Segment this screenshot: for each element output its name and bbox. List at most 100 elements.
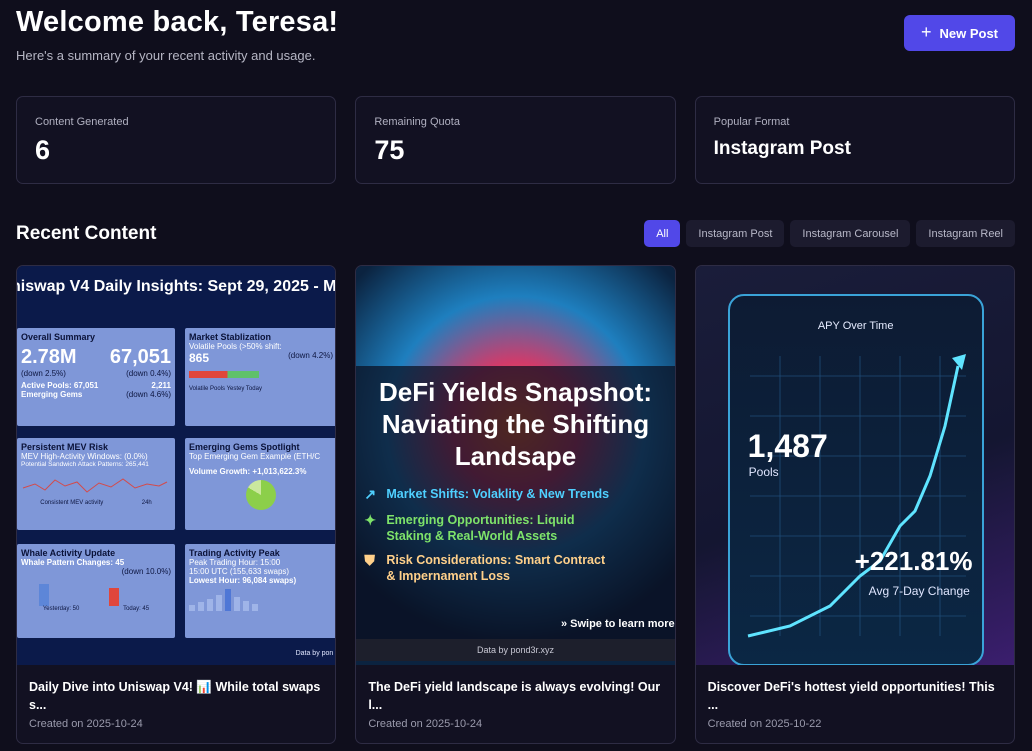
pie-chart-icon (246, 480, 276, 510)
filter-tabs: All Instagram Post Instagram Carousel In… (644, 220, 1015, 247)
bar (109, 588, 119, 606)
content-thumbnail: DeFi Yields Snapshot: Naviating the Shif… (356, 266, 675, 665)
thumb-item: ✦ Emerging Opportunities: Liquid Staking… (364, 512, 616, 544)
panel-value: 2,211 (151, 381, 171, 390)
panel-value: 865 (189, 351, 210, 365)
panel-line: Peak Trading Hour: 15:00 (189, 558, 281, 567)
panel-line: Whale Pattern Changes: 45 (21, 558, 125, 567)
panel-foot: 24h (141, 500, 152, 506)
thumb-percent-label: Avg 7-Day Change (868, 584, 970, 598)
panel-line: Volatile Pools (>50% shift: (189, 342, 282, 351)
content-thumbnail: niswap V4 Daily Insights: Sept 29, 2025 … (17, 266, 336, 665)
thumb-swipe-text: Swipe to learn more (570, 618, 675, 630)
thumb-footer: Data by pon (295, 650, 334, 657)
card-caption: Discover DeFi's hottest yield opportunit… (707, 680, 995, 712)
filter-instagram-post[interactable]: Instagram Post (686, 220, 785, 247)
panel-title: Market Stablization (189, 332, 272, 342)
stat-value: 75 (374, 135, 405, 165)
content-card[interactable]: APY Over Time 1,487 Pools +221.81% Avg 7… (694, 265, 1015, 744)
card-date: Created on 2025-10-22 (707, 718, 822, 730)
panel-foot: Today: 45 (123, 606, 150, 612)
stat-card-popular-format: Popular Format Instagram Post (694, 96, 1015, 184)
panel-title: Overall Summary (21, 332, 96, 342)
page-title: Welcome back, Teresa! (16, 6, 339, 38)
stat-label: Content Generated (35, 116, 129, 128)
stat-value: 6 (35, 135, 51, 165)
panel-line: Top Emerging Gem Example (ETH/C (189, 452, 321, 461)
bar (225, 589, 231, 611)
trading-activity-panel: Trading Activity Peak Peak Trading Hour:… (185, 544, 336, 638)
page-subtitle: Here's a summary of your recent activity… (16, 48, 316, 63)
card-caption: The DeFi yield landscape is always evolv… (368, 680, 661, 712)
panel-foot: Consistent MEV activity (40, 500, 104, 506)
bar (39, 584, 49, 606)
emerging-gems-panel: Emerging Gems Spotlight Top Emerging Gem… (185, 438, 336, 530)
panel-line: Potential Sandwich Attack Patterns: 265,… (21, 461, 149, 468)
bar (207, 599, 213, 611)
growth-chart (747, 354, 966, 638)
thumb-title: DeFi Yields Snapshot: Naviating the Shif… (378, 377, 653, 471)
bar (198, 602, 204, 611)
panel-note: (down 4.6%) (126, 390, 171, 399)
trend-icon: ↗ (364, 486, 377, 502)
shield-icon: ⛊ (364, 552, 375, 568)
content-card[interactable]: DeFi Yields Snapshot: Naviating the Shif… (355, 265, 676, 744)
panel-value: 67,051 (109, 346, 171, 368)
card-date: Created on 2025-10-24 (29, 718, 143, 730)
thumb-big-label: Pools (748, 465, 779, 479)
panel-line: Lowest Hour: 96,084 swaps) (189, 576, 297, 585)
stat-label: Popular Format (713, 116, 790, 128)
content-card[interactable]: niswap V4 Daily Insights: Sept 29, 2025 … (16, 265, 337, 744)
market-stabilization-panel: Market Stablization Volatile Pools (>50%… (185, 328, 336, 426)
panel-note: (down 0.4%) (126, 369, 171, 378)
panel-line: MEV High-Activity Windows: (0.0%) (21, 452, 148, 461)
content-thumbnail: APY Over Time 1,487 Pools +221.81% Avg 7… (695, 266, 1014, 665)
bar (243, 601, 249, 611)
bar-indicator (189, 371, 259, 378)
panel-line: Volume Growth: +1,013,622.3% (189, 467, 307, 476)
thumb-item: ⛊ Risk Considerations: Smart Contract & … (364, 552, 606, 584)
mev-line-chart (22, 478, 168, 493)
panel-title: Emerging Gems Spotlight (189, 442, 300, 452)
thumb-big-number: 1,487 (747, 428, 828, 464)
whale-bar-chart (21, 576, 171, 606)
panel-line: Active Pools: 67,051 (21, 381, 99, 390)
thumb-swipe: » Swipe to learn more (561, 618, 675, 630)
thumb-item-text: Emerging Opportunities: Liquid Staking &… (386, 513, 575, 543)
card-body: Daily Dive into Uniswap V4! 📊 While tota… (17, 665, 335, 743)
stat-value: Instagram Post (713, 138, 851, 159)
stat-card-content-generated: Content Generated 6 (16, 96, 337, 184)
filter-instagram-carousel[interactable]: Instagram Carousel (790, 220, 911, 247)
whale-activity-panel: Whale Activity Update Whale Pattern Chan… (17, 544, 175, 638)
panel-line: Emerging Gems (21, 390, 83, 399)
panel-note: (down 10.0%) (121, 567, 171, 576)
bar (234, 597, 240, 611)
overall-summary-panel: Overall Summary 2.78M 67,051 (down 2.5%)… (17, 328, 175, 426)
filter-instagram-reel[interactable]: Instagram Reel (916, 220, 1015, 247)
bar (252, 604, 258, 611)
thumb-title: niswap V4 Daily Insights: Sept 29, 2025 … (17, 278, 336, 295)
filter-all[interactable]: All (644, 220, 681, 247)
page-header: Welcome back, Teresa! Here's a summary o… (16, 6, 338, 63)
panel-note: (down 2.5%) (21, 369, 66, 378)
stats-row: Content Generated 6 Remaining Quota 75 P… (16, 96, 1015, 184)
panel-foot: Volatile Pools Yestey Today (189, 386, 262, 392)
double-chevron-icon: » (560, 618, 568, 630)
phone-frame: APY Over Time 1,487 Pools +221.81% Avg 7… (727, 294, 984, 665)
trading-bar-chart (189, 587, 333, 611)
card-body: The DeFi yield landscape is always evolv… (356, 665, 674, 743)
panel-note: (down 4.2%) (288, 351, 333, 360)
thumb-item-text: Market Shifts: Volaklity & New Trends (386, 487, 610, 501)
new-post-button[interactable]: + New Post (904, 15, 1015, 51)
recent-content-title: Recent Content (16, 223, 157, 244)
new-post-label: New Post (939, 25, 999, 41)
panel-value: 2.78M (21, 346, 77, 368)
thumb-item-text: Risk Considerations: Smart Contract & Im… (386, 553, 606, 583)
panel-title: Whale Activity Update (21, 548, 116, 558)
panel-title: Persistent MEV Risk (21, 442, 109, 452)
panel-title: Trading Activity Peak (189, 548, 280, 558)
lightbulb-icon: ✦ (364, 512, 377, 528)
chart-label: APY Over Time (817, 320, 894, 332)
thumb-item: ↗ Market Shifts: Volaklity & New Trends (364, 486, 610, 502)
bar (216, 595, 222, 611)
